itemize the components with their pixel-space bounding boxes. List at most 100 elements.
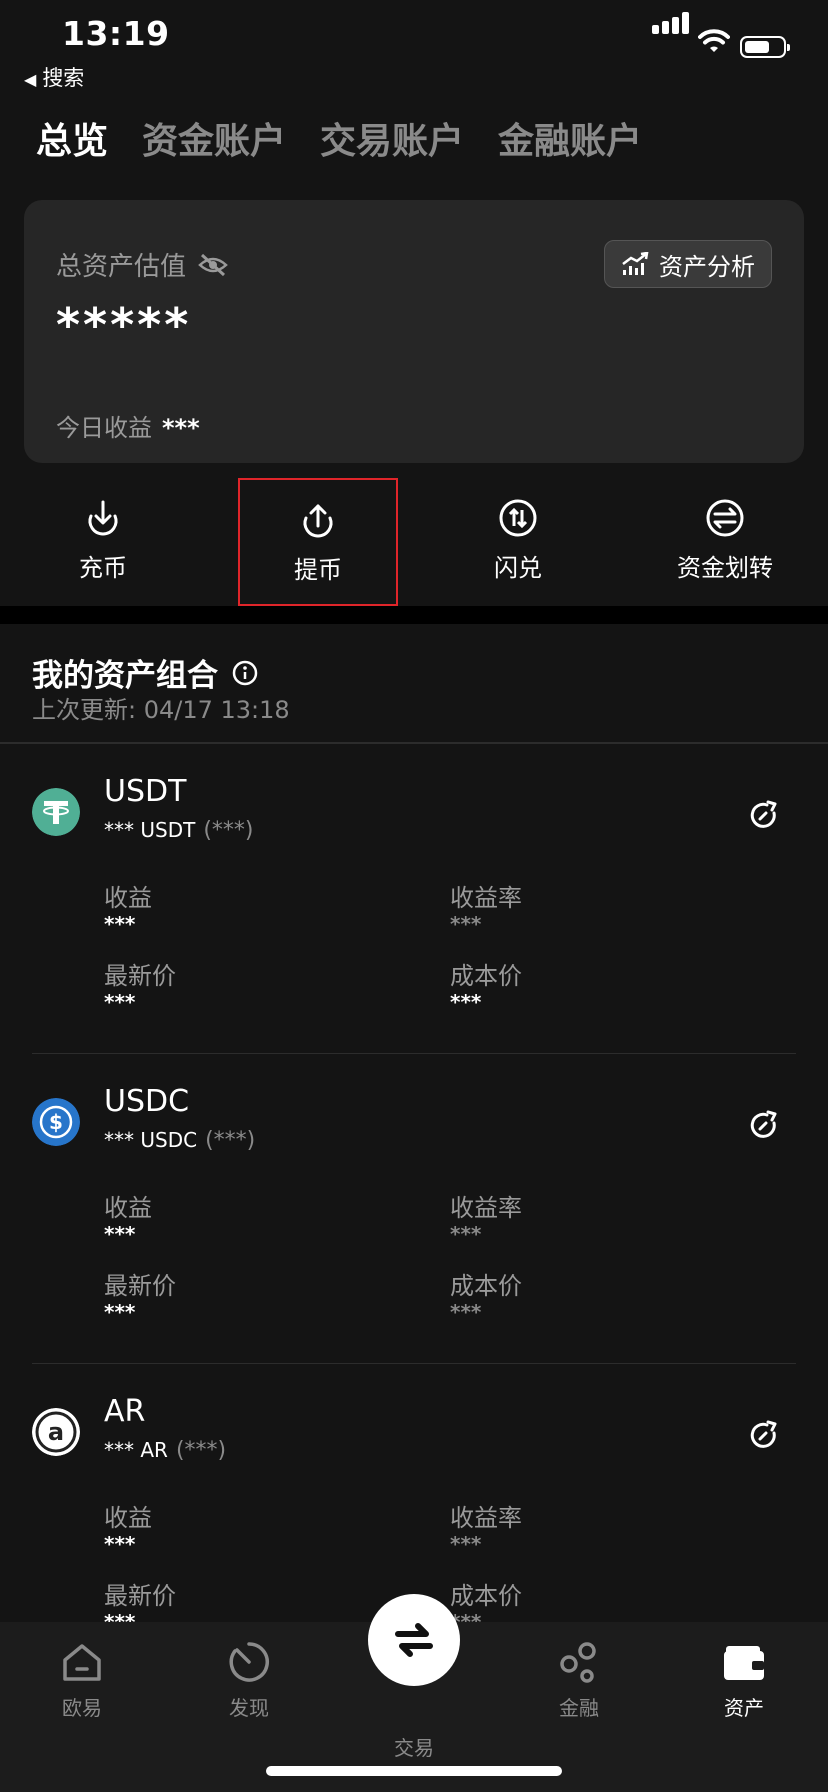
asset-name: USDT [104,774,187,809]
price-value: *** [104,990,136,1014]
profit-value: *** [104,912,136,936]
price-value: *** [104,1300,136,1324]
home-indicator [266,1766,562,1776]
rate-value: *** [450,912,482,936]
asset-amount: *** USDC (***) [104,1128,255,1153]
price-label: 最新价 [104,1582,176,1610]
nav-home[interactable]: 欧易 [22,1640,142,1721]
swap-button[interactable]: 闪兑 [438,478,598,606]
discover-icon [229,1642,269,1682]
finance-icon [560,1642,596,1683]
today-profit: 今日收益 *** [56,408,200,443]
total-value-label-row: 总资产估值 [56,246,228,283]
transfer-button[interactable]: 资金划转 [645,478,805,606]
wifi-icon [698,29,730,52]
asset-amount: *** AR (***) [104,1438,226,1463]
usdc-logo-icon: $ [32,1098,80,1146]
status-time: 13:19 [62,14,170,53]
tab-overview[interactable]: 总览 [36,112,108,164]
asset-row-usdt[interactable]: USDT *** USDT (***) 收益 *** 收益率 *** 最新价 **… [0,744,828,1054]
profit-label: 收益 [104,884,152,912]
chart-trend-icon [622,252,649,275]
trade-icon [395,1623,433,1657]
refresh-detail-icon[interactable] [748,1420,780,1452]
tab-trading-account[interactable]: 交易账户 [320,112,464,164]
ar-logo-icon: a [32,1408,80,1456]
today-profit-value: *** [162,414,200,442]
info-icon[interactable] [232,660,258,686]
profit-label: 收益 [104,1504,152,1532]
svg-text:$: $ [49,1110,63,1134]
cost-value: *** [450,1300,482,1324]
cost-label: 成本价 [450,1582,522,1610]
nav-home-label: 欧易 [62,1696,102,1720]
profit-label: 收益 [104,1194,152,1222]
cost-label: 成本价 [450,962,522,990]
back-label: 搜索 [42,66,85,90]
tab-funding-account[interactable]: 资金账户 [142,112,286,164]
last-updated: 上次更新: 04/17 13:18 [32,696,290,724]
nav-assets[interactable]: 资产 [684,1640,804,1721]
swap-icon [499,499,537,537]
profit-value: *** [104,1532,136,1556]
asset-amount: *** USDT (***) [104,818,253,843]
price-label: 最新价 [104,962,176,990]
nav-assets-label: 资产 [724,1696,764,1720]
deposit-label: 充币 [79,554,127,582]
withdraw-icon [303,504,333,538]
asset-amount-sub: (***) [175,1438,227,1463]
deposit-button[interactable]: 充币 [23,478,183,606]
asset-name: USDC [104,1084,190,1119]
asset-amount-sub: (***) [205,1128,256,1153]
asset-analysis-button[interactable]: 资产分析 [604,240,772,288]
nav-trade[interactable]: 交易 [354,1732,474,1761]
total-value: ***** [56,298,192,352]
nav-discover-label: 发现 [229,1696,269,1720]
withdraw-button[interactable]: 提币 [238,478,398,606]
svg-text:a: a [48,1418,64,1446]
battery-icon [740,36,790,58]
rate-value: *** [450,1532,482,1556]
asset-analysis-label: 资产分析 [659,252,755,281]
transfer-label: 资金划转 [677,554,773,582]
asset-summary-card: 总资产估值 ***** 今日收益 *** 资产分析 [24,200,804,463]
asset-amount-sub: (***) [203,818,254,843]
asset-amount-value: *** USDT [104,818,196,842]
home-icon [63,1644,101,1681]
trade-fab-button[interactable] [368,1594,460,1686]
rate-label: 收益率 [450,884,522,912]
rate-label: 收益率 [450,1194,522,1222]
total-value-label: 总资产估值 [56,252,187,282]
today-profit-label: 今日收益 [56,414,152,442]
refresh-detail-icon[interactable] [748,1110,780,1142]
cost-label: 成本价 [450,1272,522,1300]
rate-value: *** [450,1222,482,1246]
asset-amount-value: *** USDC [104,1128,198,1152]
eye-hidden-icon[interactable] [198,253,228,277]
account-tabs: 总览 资金账户 交易账户 金融账户 [36,112,676,164]
nav-discover[interactable]: 发现 [189,1640,309,1721]
price-label: 最新价 [104,1272,176,1300]
quick-actions: 充币 提币 闪兑 资金划转 [0,478,828,606]
portfolio-title: 我的资产组合 [32,650,258,695]
refresh-detail-icon[interactable] [748,800,780,832]
transfer-icon [706,499,744,537]
status-bar: 13:19 ◀ 搜索 [0,0,828,96]
portfolio-title-text: 我的资产组合 [32,658,218,694]
asset-row-usdc[interactable]: $ USDC *** USDC (***) 收益 *** 收益率 *** 最新价 … [0,1054,828,1364]
asset-name: AR [104,1394,146,1429]
cost-value: *** [450,990,482,1014]
swap-label: 闪兑 [494,554,542,582]
back-to-search[interactable]: ◀ 搜索 [24,62,84,92]
usdt-logo-icon [32,788,80,836]
tab-finance-account[interactable]: 金融账户 [498,112,642,164]
section-divider [0,606,828,624]
withdraw-label: 提币 [294,556,342,584]
rate-label: 收益率 [450,1504,522,1532]
nav-finance[interactable]: 金融 [519,1640,639,1721]
back-triangle-icon: ◀ [24,70,37,89]
asset-amount-value: *** AR [104,1438,168,1462]
profit-value: *** [104,1222,136,1246]
deposit-icon [88,500,118,536]
nav-trade-label: 交易 [394,1736,434,1760]
